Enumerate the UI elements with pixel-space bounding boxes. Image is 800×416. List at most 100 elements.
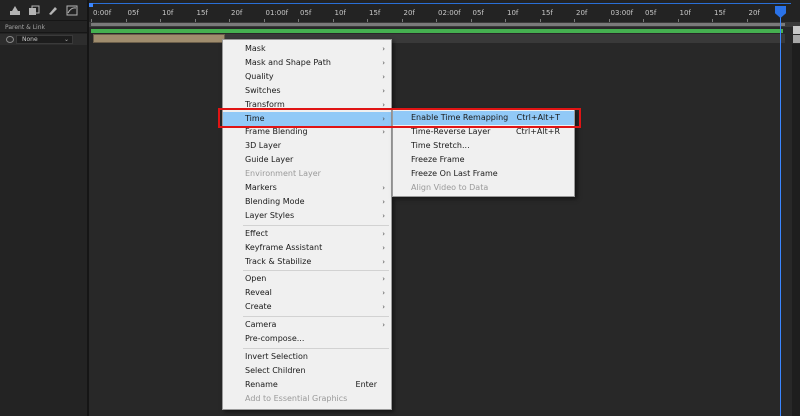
ruler-tick-label: 01:00f <box>265 9 289 17</box>
ruler-tick-label: 03:00f <box>610 9 634 17</box>
layer-context-menu: Mask › Mask and Shape Path › Quality › Switche… <box>222 39 392 410</box>
ruler-tick-label: 05f <box>472 9 484 17</box>
submenu-item-time-stretch[interactable]: Time Stretch... <box>393 139 574 153</box>
menu-item-label: Mask and Shape Path <box>245 57 331 67</box>
menu-item-select-children[interactable]: Select Children <box>223 364 391 378</box>
parent-dropdown[interactable]: None ⌄ <box>16 35 73 44</box>
menu-separator <box>243 347 389 349</box>
menu-item-create[interactable]: Create › <box>223 300 391 314</box>
menu-item-camera[interactable]: Camera › <box>223 318 391 332</box>
ruler-tick-label: 05f <box>127 9 139 17</box>
menu-item-guide-layer[interactable]: Guide Layer <box>223 153 391 167</box>
menu-item-rename[interactable]: Rename Enter <box>223 378 391 392</box>
chevron-right-icon: › <box>382 197 385 206</box>
menu-item-switches[interactable]: Switches › <box>223 84 391 98</box>
ruler-tick-label: 05f <box>300 9 312 17</box>
layer-end-handle[interactable] <box>793 35 800 43</box>
menu-item-reveal[interactable]: Reveal › <box>223 286 391 300</box>
submenu-item-freeze-on-last-frame[interactable]: Freeze On Last Frame <box>393 167 574 181</box>
ruler-tick-label: 20f <box>576 9 588 17</box>
ruler-tick-label: 10f <box>679 9 691 17</box>
menu-item-label: Quality <box>245 71 274 81</box>
submenu-item-freeze-frame[interactable]: Freeze Frame <box>393 153 574 167</box>
paint-icon[interactable] <box>46 4 59 16</box>
chevron-right-icon: › <box>382 243 385 252</box>
menu-item-keyframe-assistant[interactable]: Keyframe Assistant › <box>223 241 391 255</box>
menu-item-open[interactable]: Open › <box>223 272 391 286</box>
time-ruler[interactable]: 0:00f 05f 10f 15f 20f 01:00f 05f 10f 15f 20f 02:00… <box>89 0 800 22</box>
chevron-down-icon: ⌄ <box>63 36 69 43</box>
menu-item-label: Create <box>245 302 272 312</box>
menu-item-track-stabilize[interactable]: Track & Stabilize › <box>223 255 391 269</box>
menu-item-label: Layer Styles <box>245 210 295 220</box>
ruler-tick-label: 20f <box>403 9 415 17</box>
chevron-right-icon: › <box>382 321 385 330</box>
ruler-tick-label: 15f <box>196 9 208 17</box>
menu-item-label: Rename <box>245 379 278 389</box>
ruler-tick-label: 02:00f <box>438 9 461 17</box>
menu-item-label: Invert Selection <box>245 351 308 361</box>
pick-whip-icon[interactable] <box>6 36 14 43</box>
ruler-tick-label: 15f <box>714 9 726 17</box>
work-area-indicator <box>91 3 791 4</box>
menu-item-label: Open <box>245 274 267 284</box>
layer-panel: Parent & Link None ⌄ <box>0 0 87 416</box>
menu-item-label: Keyframe Assistant <box>245 242 323 252</box>
menu-item-markers[interactable]: Markers › <box>223 181 391 195</box>
menu-item-label: Switches <box>245 85 281 95</box>
chevron-right-icon: › <box>382 229 385 238</box>
layer-clip[interactable] <box>93 34 225 43</box>
ruler-tick-label: 10f <box>162 9 174 17</box>
menu-item-3d-layer[interactable]: 3D Layer <box>223 139 391 153</box>
menu-item-effect[interactable]: Effect › <box>223 227 391 241</box>
ruler-tick-label: 10f <box>507 9 519 17</box>
menu-item-quality[interactable]: Quality › <box>223 70 391 84</box>
work-area-end-handle[interactable] <box>793 26 800 34</box>
chevron-right-icon: › <box>382 211 385 220</box>
menu-separator <box>243 270 389 272</box>
ruler-tick-label: 15f <box>541 9 553 17</box>
menu-item-pre-compose[interactable]: Pre-compose... <box>223 332 391 346</box>
menu-item-mask-and-shape-path[interactable]: Mask and Shape Path › <box>223 56 391 70</box>
menu-item-label: Environment Layer <box>245 169 321 179</box>
ruler-tick-label: 05f <box>645 9 657 17</box>
ruler-tick-label: 10f <box>334 9 346 17</box>
panel-divider <box>0 20 87 21</box>
menu-item-label: Select Children <box>245 365 306 375</box>
chevron-right-icon: › <box>382 86 385 95</box>
menu-item-shortcut: Enter <box>355 379 377 389</box>
menu-item-add-to-essential-graphics: Add to Essential Graphics <box>223 392 391 406</box>
menu-item-label: Add to Essential Graphics <box>245 393 348 403</box>
composition-flowchart-icon[interactable] <box>8 4 21 16</box>
submenu-item-label: Freeze On Last Frame <box>411 168 498 178</box>
submenu-item-label: Freeze Frame <box>411 154 465 164</box>
menu-item-label: Camera <box>245 320 277 330</box>
chevron-right-icon: › <box>382 45 385 53</box>
menu-item-environment-layer: Environment Layer <box>223 167 391 181</box>
graph-editor-icon[interactable] <box>65 4 78 16</box>
ruler-tick-label: 20f <box>748 9 760 17</box>
panel-divider <box>0 32 87 33</box>
timeline-panel[interactable]: 0:00f 05f 10f 15f 20f 01:00f 05f 10f 15f 20f 02:00… <box>87 0 800 416</box>
ruler-tick-label: 15f <box>369 9 381 17</box>
parent-link-header: Parent & Link <box>5 24 45 31</box>
work-area-fill <box>91 23 785 26</box>
menu-item-mask[interactable]: Mask › <box>223 42 391 56</box>
menu-item-invert-selection[interactable]: Invert Selection <box>223 350 391 364</box>
current-time-indicator-line[interactable] <box>780 10 781 416</box>
menu-item-label: Blending Mode <box>245 196 305 206</box>
ruler-tick-label: 0:00f <box>93 9 112 17</box>
submenu-item-align-video-to-data: Align Video to Data <box>393 181 574 195</box>
panel-toolbar <box>8 4 78 16</box>
menu-item-label: Effect <box>245 228 269 238</box>
menu-item-layer-styles[interactable]: Layer Styles › <box>223 209 391 223</box>
menu-item-label: Track & Stabilize <box>245 256 312 266</box>
layer-duration-bar[interactable] <box>91 29 783 33</box>
menu-item-label: Guide Layer <box>245 155 294 165</box>
work-area-start-handle[interactable] <box>89 3 93 7</box>
menu-item-blending-mode[interactable]: Blending Mode › <box>223 195 391 209</box>
menu-item-label: Reveal <box>245 288 272 298</box>
menu-item-label: Mask <box>245 44 266 53</box>
chevron-right-icon: › <box>382 184 385 192</box>
layers-icon[interactable] <box>27 4 40 16</box>
